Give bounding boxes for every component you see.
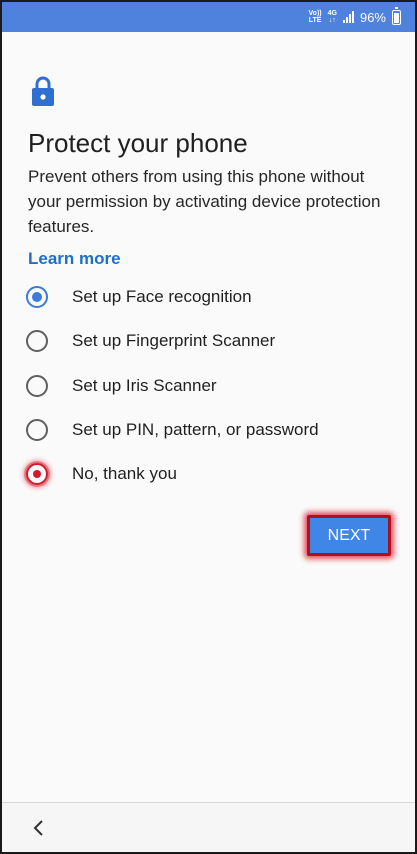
network-type-indicator: 4G ↓↑ bbox=[327, 10, 337, 24]
device-screen: Vo)) LTE 4G ↓↑ 96% Protect your phone Pr… bbox=[0, 0, 417, 854]
option-label: Set up PIN, pattern, or password bbox=[72, 420, 319, 439]
option-iris-scanner[interactable]: Set up Iris Scanner bbox=[26, 370, 396, 402]
radio-no-thank-you[interactable] bbox=[26, 463, 48, 485]
option-pin-pattern-password[interactable]: Set up PIN, pattern, or password bbox=[26, 414, 396, 446]
battery-icon bbox=[392, 6, 401, 25]
lock-icon bbox=[32, 76, 54, 106]
option-label: Set up Face recognition bbox=[72, 287, 252, 306]
battery-percent: 96% bbox=[359, 9, 386, 25]
back-chevron-icon[interactable] bbox=[32, 819, 46, 837]
learn-more-link[interactable]: Learn more bbox=[28, 249, 121, 269]
radio-face-recognition[interactable] bbox=[26, 286, 48, 308]
radio-fingerprint-scanner[interactable] bbox=[26, 330, 48, 352]
option-label: Set up Fingerprint Scanner bbox=[72, 331, 276, 350]
option-face-recognition[interactable]: Set up Face recognition bbox=[26, 281, 396, 313]
radio-iris-scanner[interactable] bbox=[26, 375, 48, 397]
option-fingerprint-scanner[interactable]: Set up Fingerprint Scanner bbox=[26, 325, 396, 357]
page-title: Protect your phone bbox=[28, 128, 248, 158]
next-button[interactable]: NEXT bbox=[307, 515, 391, 556]
radio-pin-pattern-password[interactable] bbox=[26, 419, 48, 441]
option-label: Set up Iris Scanner bbox=[72, 376, 217, 395]
navigation-bar bbox=[2, 802, 415, 852]
option-label: No, thank you bbox=[72, 464, 177, 483]
status-bar: Vo)) LTE 4G ↓↑ 96% bbox=[2, 2, 415, 32]
option-no-thank-you[interactable]: No, thank you bbox=[26, 458, 396, 490]
page-description: Prevent others from using this phone wit… bbox=[28, 167, 381, 236]
volte-indicator: Vo)) LTE bbox=[308, 10, 322, 24]
signal-strength-icon bbox=[342, 11, 354, 23]
